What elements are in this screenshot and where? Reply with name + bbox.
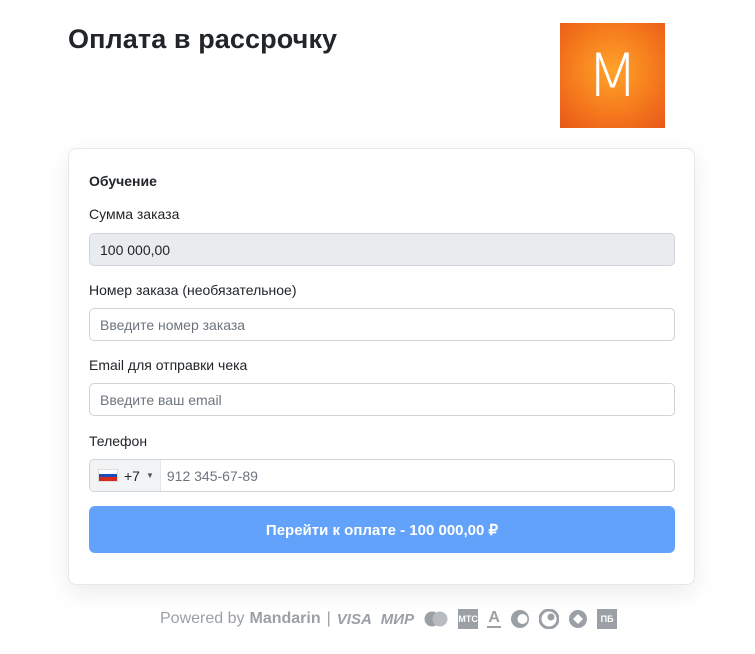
country-dial-code: +7	[124, 467, 140, 484]
caret-down-icon: ▼	[145, 471, 154, 480]
pay-button[interactable]: Перейти к оплате - 100 000,00 ₽	[89, 506, 675, 553]
visa-logo: VISA	[336, 610, 372, 628]
logo-letter: M	[586, 40, 639, 111]
section-title: Обучение	[89, 173, 157, 189]
bank-swirl-icon	[539, 609, 560, 629]
phone-field: +7 ▼	[89, 459, 675, 492]
phone-input[interactable]	[160, 460, 674, 491]
powered-by-text: Powered by	[160, 610, 245, 627]
alfa-logo: A	[487, 608, 502, 628]
bank-c-icon	[510, 609, 530, 629]
footer-separator: |	[326, 610, 331, 627]
country-code-dropdown[interactable]: +7 ▼	[90, 460, 161, 491]
payment-form-card: Обучение Сумма заказа Номер заказа (необ…	[68, 148, 695, 585]
mir-logo: МИР	[380, 610, 415, 628]
mandarin-logo: M	[560, 23, 665, 128]
brand-name: Mandarin	[249, 610, 321, 627]
amount-label: Сумма заказа	[89, 206, 180, 222]
bank-diamond-icon	[568, 609, 588, 629]
order-number-input[interactable]	[89, 308, 675, 341]
page-title: Оплата в рассрочку	[68, 24, 338, 54]
russia-flag-icon	[98, 469, 118, 482]
footer: Powered by Mandarin | VISA МИР МТС A ПБ	[160, 608, 626, 630]
phone-label: Телефон	[89, 433, 148, 449]
mastercard-icon	[423, 610, 449, 628]
pb-logo: ПБ	[597, 609, 618, 629]
order-number-label: Номер заказа (необязательное)	[89, 282, 297, 298]
email-label: Email для отправки чека	[89, 357, 248, 373]
email-input[interactable]	[89, 383, 675, 416]
amount-field	[89, 233, 675, 266]
mts-logo: МТС	[458, 609, 479, 629]
